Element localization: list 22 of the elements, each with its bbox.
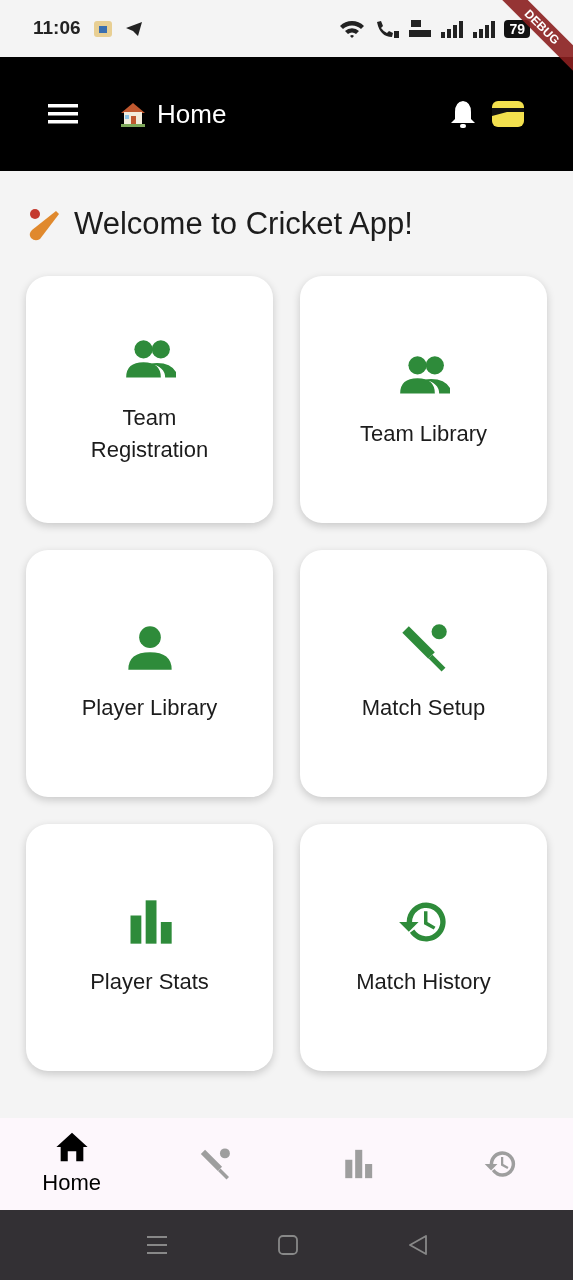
wallet-icon[interactable] [491, 100, 525, 128]
menu-card[interactable]: Player Library [26, 549, 273, 797]
menu-card[interactable]: Player Stats [26, 823, 273, 1071]
phone-icon [374, 18, 401, 39]
send-icon [124, 20, 143, 37]
app-bar-title: Home [157, 97, 227, 131]
menu-card[interactable]: Match Setup [300, 549, 547, 797]
menu-icon[interactable] [48, 104, 78, 124]
home-button-icon[interactable] [277, 1235, 298, 1255]
signal-icon [440, 19, 465, 38]
wifi-icon [338, 18, 367, 39]
menu-card[interactable]: Match History [300, 823, 547, 1071]
back-icon[interactable] [407, 1235, 428, 1255]
signal-icon [472, 19, 497, 38]
calendar-icon [92, 18, 113, 39]
status-time: 11:06 [33, 16, 81, 41]
welcome-heading: Welcome to Cricket App! [74, 205, 413, 243]
house-icon [119, 100, 147, 128]
battery-level: 79 [504, 19, 530, 38]
menu-card[interactable]: Team Registration [26, 275, 273, 523]
menu-card[interactable]: Team Library [300, 275, 547, 523]
bell-icon[interactable] [449, 99, 477, 129]
